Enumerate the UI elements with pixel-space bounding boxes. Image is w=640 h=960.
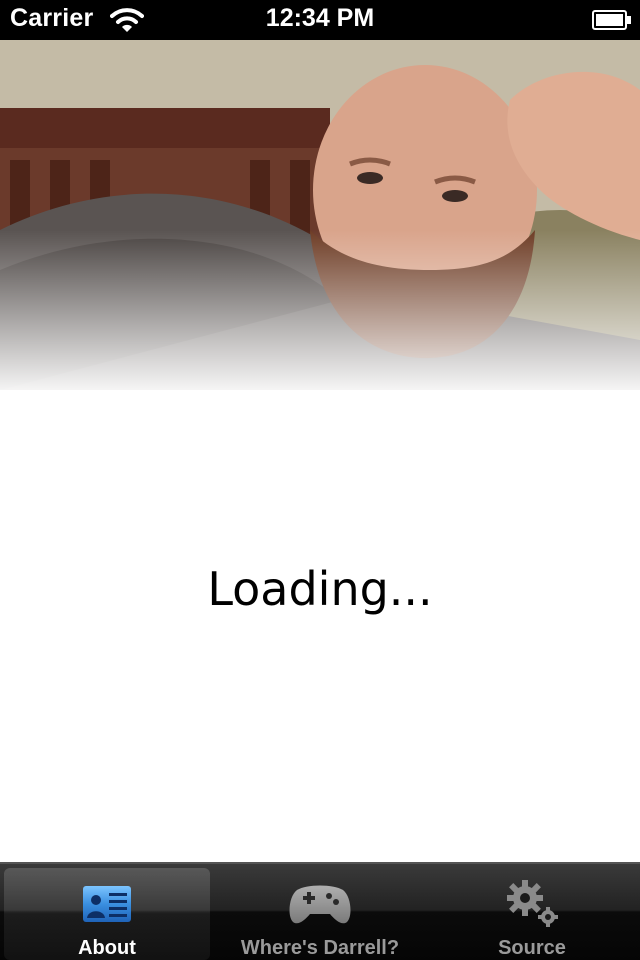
screen: Carrier 12:34 PM Loading... About Where'…	[0, 0, 640, 960]
tab-bar: About Where's Darrell? Source	[0, 862, 640, 960]
tab-wheres-darrell[interactable]: Where's Darrell?	[217, 868, 423, 960]
tab-label: Where's Darrell?	[240, 937, 400, 959]
battery-icon	[592, 10, 631, 30]
tab-source[interactable]: Source	[429, 868, 635, 960]
tab-about[interactable]: About	[4, 868, 210, 960]
content-area: Loading...	[0, 40, 640, 862]
game-controller-icon	[289, 885, 351, 924]
profile-photo	[0, 40, 640, 390]
loading-text: Loading...	[207, 562, 433, 616]
gears-icon	[507, 880, 558, 927]
status-time: 12:34 PM	[265, 4, 375, 32]
tab-label: Source	[498, 937, 566, 959]
contact-card-icon	[83, 886, 131, 922]
tab-label: About	[78, 937, 136, 959]
photo-fade-overlay	[0, 230, 640, 390]
status-bar: Carrier 12:34 PM	[0, 0, 640, 40]
